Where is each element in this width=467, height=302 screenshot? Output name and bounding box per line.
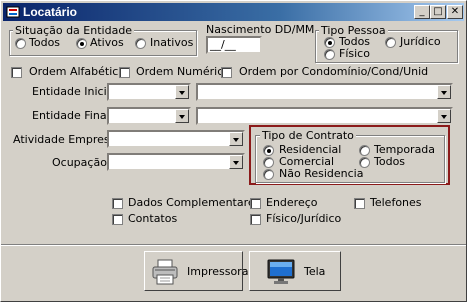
impressora-label: Impressora <box>187 265 249 278</box>
maximize-button[interactable]: □ <box>430 5 446 19</box>
dropdown-arrow-icon[interactable] <box>175 109 189 123</box>
contrato-nao-residencia-radio[interactable] <box>263 169 274 180</box>
dropdown-arrow-icon[interactable] <box>229 155 243 169</box>
maximize-icon: □ <box>433 6 443 17</box>
situacao-inativos-label: Inativos <box>150 36 194 49</box>
monitor-icon <box>267 259 295 284</box>
app-icon <box>6 6 20 18</box>
tipo-pessoa-todos-radio[interactable] <box>324 37 335 48</box>
minimize-icon: _ <box>419 6 425 17</box>
locatario-window: Locatário _ □ ✕ Situação da Entidade Tod… <box>0 0 467 302</box>
dados-complementares-checkbox[interactable] <box>112 198 123 209</box>
tipo-pessoa-juridico-radio[interactable] <box>385 37 396 48</box>
telefones-checkbox[interactable] <box>354 198 365 209</box>
entidade-inicial-name-combo[interactable] <box>196 83 453 101</box>
ordem-condominio-checkbox[interactable] <box>221 67 232 78</box>
atividade-empresa-label: Atividade Empresa <box>13 133 117 146</box>
tipo-pessoa-fisico-radio[interactable] <box>324 49 335 60</box>
tipo-pessoa-juridico-label: Jurídico <box>400 35 441 48</box>
impressora-button[interactable]: Impressora <box>144 251 248 291</box>
contrato-residencial-radio[interactable] <box>263 145 274 156</box>
entidade-final-name-combo[interactable] <box>196 107 453 125</box>
telefones-label: Telefones <box>370 196 422 209</box>
nascimento-label: Nascimento DD/MM <box>206 23 315 36</box>
contrato-temporada-radio[interactable] <box>359 145 370 156</box>
tela-button[interactable]: Tela <box>249 251 341 291</box>
fisico-juridico-checkbox[interactable] <box>250 214 261 225</box>
situacao-inativos-radio[interactable] <box>135 38 146 49</box>
tipo-contrato-title: Tipo de Contrato <box>260 129 356 142</box>
minimize-button[interactable]: _ <box>414 5 430 19</box>
ocupacao-label: Ocupação <box>52 156 107 169</box>
contatos-checkbox[interactable] <box>112 214 123 225</box>
dropdown-arrow-icon[interactable] <box>437 109 451 123</box>
dados-complementares-label: Dados Complementares <box>128 196 261 209</box>
tipo-pessoa-fisico-label: Físico <box>339 47 370 60</box>
contrato-comercial-radio[interactable] <box>263 157 274 168</box>
entidade-final-code-combo[interactable] <box>107 107 191 125</box>
dropdown-arrow-icon[interactable] <box>437 85 451 99</box>
atividade-empresa-combo[interactable] <box>107 130 245 148</box>
entidade-inicial-label: Entidade Inicial <box>32 85 117 98</box>
contatos-label: Contatos <box>128 212 178 225</box>
tela-label: Tela <box>304 265 326 278</box>
ordem-alfabetica-checkbox[interactable] <box>11 67 22 78</box>
ordem-numerica-label: Ordem Numérica <box>136 65 230 78</box>
contrato-nao-residencia-label: Não Residencia <box>279 167 364 180</box>
fisico-juridico-label: Físico/Jurídico <box>266 212 342 225</box>
endereco-label: Endereço <box>266 196 318 209</box>
ordem-alfabetica-label: Ordem Alfabética <box>29 65 126 78</box>
ocupacao-combo[interactable] <box>107 153 245 171</box>
situacao-todos-label: Todos <box>29 36 61 49</box>
dropdown-arrow-icon[interactable] <box>175 85 189 99</box>
dropdown-arrow-icon[interactable] <box>229 132 243 146</box>
entidade-inicial-code-combo[interactable] <box>107 83 191 101</box>
situacao-todos-radio[interactable] <box>15 38 26 49</box>
nascimento-input[interactable]: __/__ <box>206 36 262 54</box>
endereco-checkbox[interactable] <box>250 198 261 209</box>
bottom-divider <box>1 244 466 246</box>
window-title: Locatário <box>23 5 78 19</box>
situacao-ativos-label: Ativos <box>90 36 124 49</box>
close-button[interactable]: ✕ <box>447 5 463 19</box>
ordem-numerica-checkbox[interactable] <box>119 67 130 78</box>
entidade-final-label: Entidade Final <box>32 109 110 122</box>
ordem-condominio-label: Ordem por Condomínio/Cond/Unid <box>239 65 429 78</box>
title-bar[interactable]: Locatário _ □ ✕ <box>3 3 464 21</box>
contrato-todos-label: Todos <box>374 155 406 168</box>
close-icon: ✕ <box>450 6 460 17</box>
situacao-ativos-radio[interactable] <box>76 38 87 49</box>
printer-icon <box>152 259 178 285</box>
